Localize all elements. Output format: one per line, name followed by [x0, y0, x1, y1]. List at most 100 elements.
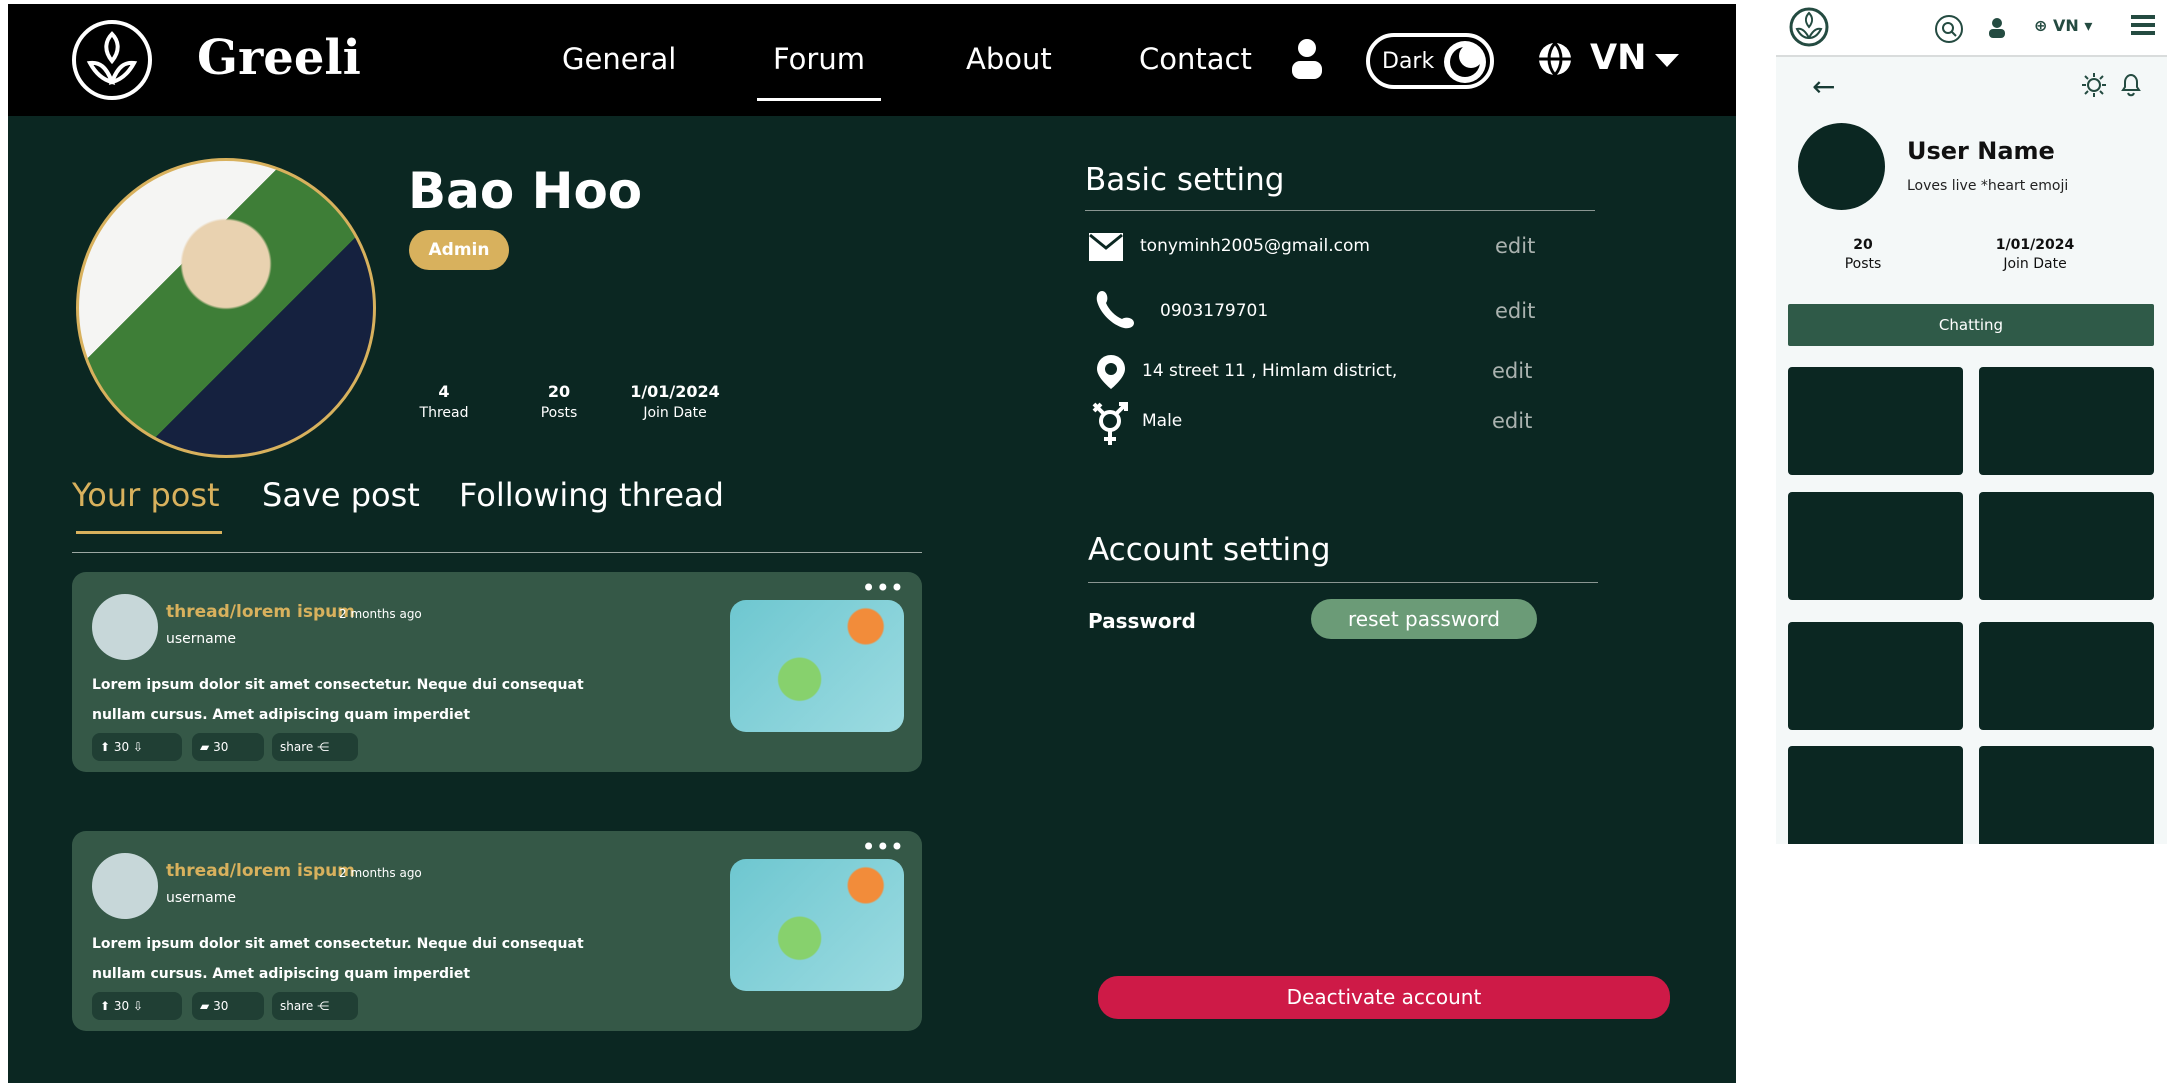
- location-icon: [1097, 355, 1125, 389]
- mobile-post-tile[interactable]: [1788, 622, 1963, 730]
- post-time: 2 months ago: [339, 866, 422, 880]
- tab-divider: [72, 552, 922, 553]
- basic-setting-title: Basic setting: [1085, 162, 1285, 198]
- logo-icon[interactable]: [1789, 7, 1829, 47]
- comment-icon: ▰: [200, 740, 210, 754]
- share-button[interactable]: share ⋲: [272, 733, 358, 761]
- posts-stat: 20 Posts: [540, 382, 578, 421]
- mobile-language-selector[interactable]: ⊕ VN ▾: [2034, 16, 2106, 40]
- post-username[interactable]: username: [166, 631, 236, 647]
- account-setting-divider: [1088, 582, 1598, 583]
- mobile-user-name: User Name: [1907, 137, 2055, 165]
- user-icon[interactable]: [1988, 17, 2006, 39]
- mobile-post-tile[interactable]: [1788, 746, 1963, 844]
- menu-icon[interactable]: [2131, 15, 2155, 35]
- gender-icon: [1092, 402, 1128, 445]
- nav-about[interactable]: About: [966, 42, 1052, 76]
- nav-contact[interactable]: Contact: [1139, 42, 1252, 76]
- mobile-language-label: VN: [2052, 16, 2079, 35]
- thread-stat: 4 Thread: [419, 382, 469, 421]
- globe-icon: ⊕: [2034, 16, 2048, 35]
- brand-name: Greeli: [197, 30, 361, 86]
- upvote-icon[interactable]: ⬆: [100, 740, 110, 754]
- post-text: Lorem ipsum dolor sit amet consectetur. …: [92, 936, 584, 982]
- role-badge: Admin: [409, 230, 509, 270]
- comment-control[interactable]: ▰ 30: [192, 733, 264, 761]
- mobile-post-tile[interactable]: [1979, 367, 2154, 475]
- edit-phone[interactable]: edit: [1495, 299, 1535, 323]
- mail-icon: [1089, 233, 1123, 261]
- profile-avatar: [76, 158, 376, 458]
- theme-label: Dark: [1382, 49, 1435, 74]
- post-image: [730, 859, 904, 991]
- mobile-join-date-stat: 1/01/2024 Join Date: [1995, 237, 2075, 272]
- share-button[interactable]: share ⋲: [272, 992, 358, 1020]
- chevron-down-icon: [1655, 54, 1679, 67]
- desktop-profile-screen: Greeli General Forum About Contact Dark …: [8, 4, 1736, 1083]
- mobile-post-tile[interactable]: [1788, 492, 1963, 600]
- post-card[interactable]: thread/lorem ispum 2 months ago username…: [72, 572, 922, 772]
- search-icon[interactable]: [1934, 14, 1964, 44]
- nav-forum[interactable]: Forum: [757, 42, 881, 101]
- more-icon[interactable]: •••: [862, 835, 904, 859]
- mobile-posts-stat: 20 Posts: [1844, 237, 1882, 272]
- user-icon[interactable]: [1290, 38, 1324, 80]
- gender-value: Male: [1142, 411, 1183, 431]
- post-avatar: [92, 853, 158, 919]
- back-icon[interactable]: ←: [1812, 70, 1835, 103]
- email-value: tonyminh2005@gmail.com: [1140, 236, 1370, 256]
- share-icon: ⋲: [317, 740, 330, 754]
- mobile-profile-screen: ⊕ VN ▾ ← User Name Loves live *heart emo…: [1776, 0, 2167, 844]
- reset-password-button[interactable]: reset password: [1311, 599, 1537, 639]
- edit-address[interactable]: edit: [1492, 359, 1532, 383]
- mobile-post-tile[interactable]: [1979, 492, 2154, 600]
- edit-gender[interactable]: edit: [1492, 409, 1532, 433]
- share-icon: ⋲: [317, 999, 330, 1013]
- theme-toggle[interactable]: Dark: [1366, 33, 1494, 89]
- language-label: VN: [1590, 38, 1647, 78]
- mobile-post-tile[interactable]: [1788, 367, 1963, 475]
- language-selector[interactable]: VN: [1536, 38, 1679, 82]
- logo-icon[interactable]: [72, 20, 152, 100]
- tab-save-post[interactable]: Save post: [262, 476, 420, 514]
- tab-your-post[interactable]: Your post: [72, 476, 222, 534]
- comment-icon: ▰: [200, 999, 210, 1013]
- comment-control[interactable]: ▰ 30: [192, 992, 264, 1020]
- account-setting-title: Account setting: [1088, 532, 1331, 568]
- post-image: [730, 600, 904, 732]
- address-value: 14 street 11 , Himlam district,: [1142, 361, 1398, 381]
- mobile-bio: Loves live *heart emoji: [1907, 178, 2069, 194]
- post-time: 2 months ago: [339, 607, 422, 621]
- vote-control[interactable]: ⬆ 30 ⇩: [92, 992, 182, 1020]
- vote-control[interactable]: ⬆ 30 ⇩: [92, 733, 182, 761]
- mobile-post-tile[interactable]: [1979, 746, 2154, 844]
- tab-following-thread[interactable]: Following thread: [459, 476, 724, 514]
- bell-icon[interactable]: [2119, 72, 2143, 98]
- more-icon[interactable]: •••: [862, 576, 904, 600]
- edit-email[interactable]: edit: [1495, 234, 1535, 258]
- deactivate-account-button[interactable]: Deactivate account: [1098, 976, 1670, 1019]
- moon-icon: [1444, 41, 1486, 83]
- post-avatar: [92, 594, 158, 660]
- post-card[interactable]: thread/lorem ispum 2 months ago username…: [72, 831, 922, 1031]
- post-title[interactable]: thread/lorem ispum: [166, 602, 355, 622]
- chatting-button[interactable]: Chatting: [1788, 304, 2154, 346]
- downvote-icon[interactable]: ⇩: [133, 999, 143, 1013]
- post-text: Lorem ipsum dolor sit amet consectetur. …: [92, 677, 584, 723]
- gear-icon[interactable]: [2081, 72, 2107, 98]
- phone-value: 0903179701: [1160, 301, 1269, 321]
- mobile-header: ⊕ VN ▾: [1776, 0, 2167, 57]
- post-title[interactable]: thread/lorem ispum: [166, 861, 355, 881]
- profile-name: Bao Hoo: [408, 162, 643, 220]
- nav-general[interactable]: General: [562, 42, 676, 76]
- mobile-avatar: [1798, 123, 1885, 210]
- join-date-stat: 1/01/2024 Join Date: [630, 382, 720, 421]
- mobile-post-tile[interactable]: [1979, 622, 2154, 730]
- chevron-down-icon: ▾: [2084, 16, 2093, 35]
- basic-setting-divider: [1085, 210, 1595, 211]
- downvote-icon[interactable]: ⇩: [133, 740, 143, 754]
- upvote-icon[interactable]: ⬆: [100, 999, 110, 1013]
- password-label: Password: [1088, 609, 1196, 633]
- phone-icon: [1096, 291, 1134, 329]
- post-username[interactable]: username: [166, 890, 236, 906]
